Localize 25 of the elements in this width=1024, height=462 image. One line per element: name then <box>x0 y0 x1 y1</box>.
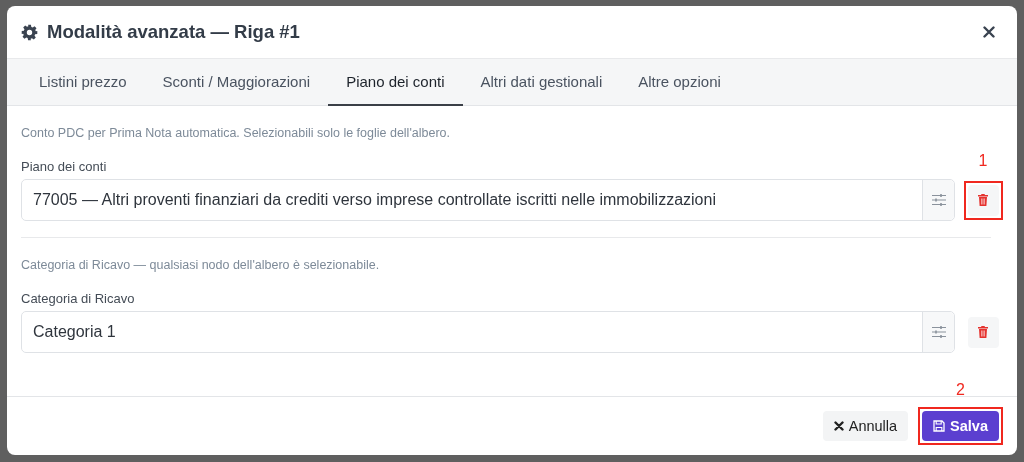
gear-icon <box>21 23 38 41</box>
field-label: Categoria di Ricavo <box>21 291 135 306</box>
hint-text: Categoria di Ricavo — qualsiasi nodo dell'albero è selezionabile. <box>21 258 381 272</box>
select-field[interactable]: 77005 — Altri proventi finanziari da crediti verso imprese controllate iscritti nelle immobilizzazioni <box>21 179 955 221</box>
trash-icon <box>978 326 988 338</box>
delete-button[interactable] <box>967 316 999 348</box>
cancel-button[interactable]: Annulla <box>822 411 909 441</box>
floppy-disk-icon <box>933 420 946 432</box>
callout-number: 1 <box>978 152 988 170</box>
select-field[interactable]: Categoria 1 <box>21 311 955 353</box>
trash-icon <box>978 194 988 206</box>
tab[interactable]: Piano dei conti <box>328 59 463 106</box>
sliders-icon[interactable] <box>930 325 947 339</box>
close-icon[interactable] <box>983 26 995 38</box>
tab[interactable]: Altre opzioni <box>620 59 739 106</box>
tab[interactable]: Listini prezzo <box>21 59 145 106</box>
callout-number: 2 <box>956 381 965 399</box>
close-icon <box>833 421 844 431</box>
hint-text: Conto PDC per Prima Nota automatica. Selezionabili solo le foglie dell'albero. <box>21 126 451 140</box>
field-label: Piano dei conti <box>21 159 107 174</box>
sliders-icon[interactable] <box>930 193 947 207</box>
save-button[interactable]: Salva <box>922 411 999 441</box>
tab[interactable]: Sconti / Maggiorazioni <box>144 59 329 106</box>
tab[interactable]: Altri dati gestionali <box>462 59 621 106</box>
dialog-title: Modalità avanzata — Riga #1 <box>47 21 301 43</box>
